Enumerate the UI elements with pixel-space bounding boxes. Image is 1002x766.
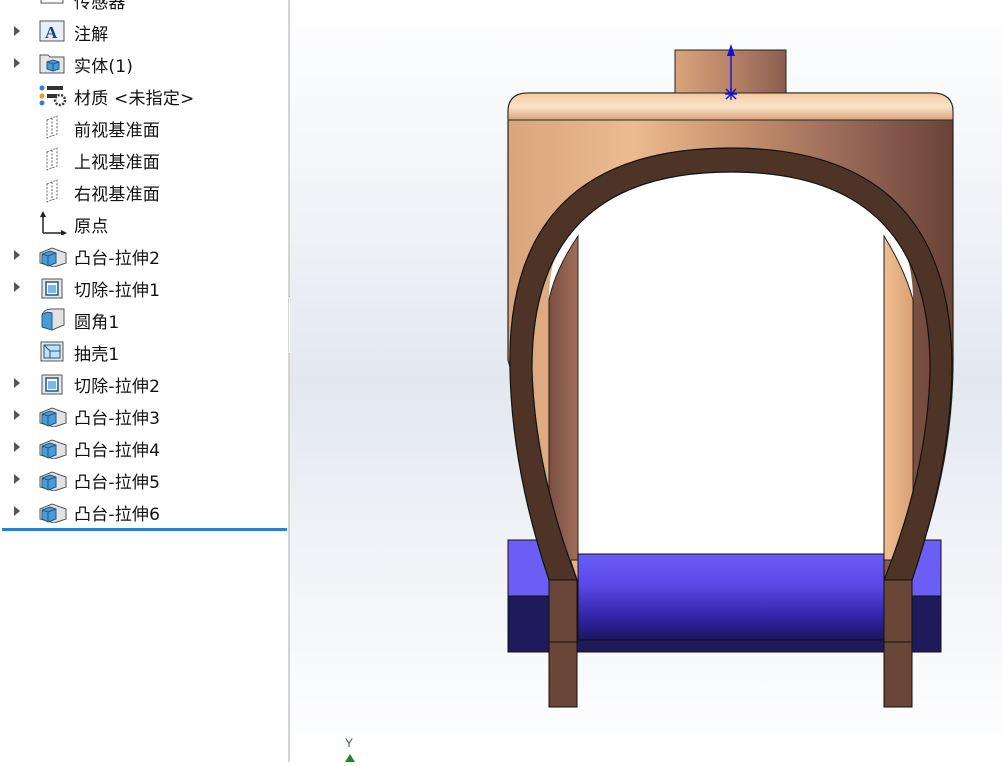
tree-item[interactable]: 凸台-拉伸5 xyxy=(0,463,288,495)
triad-y-label: Y xyxy=(345,736,353,750)
tree-item-label: 注解 xyxy=(74,25,109,45)
cut-extrude-icon xyxy=(38,371,68,395)
tree-item-label: 前视基准面 xyxy=(74,121,160,141)
tree-item[interactable]: A 注解 xyxy=(0,15,288,47)
triad-y-arrow xyxy=(345,754,355,762)
expand-arrow-icon[interactable] xyxy=(14,58,20,68)
tree-item-label: 传感器 xyxy=(74,0,126,13)
boss-extrude-icon xyxy=(38,499,68,524)
tree-item-label: 抽壳1 xyxy=(74,345,120,365)
pin-cylinder xyxy=(577,553,885,641)
fillet-icon xyxy=(38,307,68,331)
sensor-icon xyxy=(38,0,68,11)
tree-item-label: 圆角1 xyxy=(74,313,120,333)
tree-item[interactable]: 右视基准面 xyxy=(0,175,288,207)
tree-item-label: 切除-拉伸2 xyxy=(74,377,161,397)
expand-arrow-icon[interactable] xyxy=(14,282,20,292)
graphics-viewport[interactable] xyxy=(290,0,1002,762)
tree-item-label: 凸台-拉伸5 xyxy=(74,473,161,493)
expand-arrow-icon[interactable] xyxy=(14,474,20,484)
annotation-icon: A xyxy=(38,19,68,43)
expand-arrow-icon[interactable] xyxy=(14,410,20,420)
tree-item-label: 切除-拉伸1 xyxy=(74,281,161,301)
tree-item-label: 材质 <未指定> xyxy=(74,89,195,109)
boss-extrude-icon xyxy=(38,403,68,428)
feature-manager-tree[interactable]: 传感器 A 注解实体(1) 材质 <未指定> 前视基准面上视基准面右视基准面原点凸台-拉… xyxy=(0,0,288,762)
tree-item-label: 凸台-拉伸4 xyxy=(74,441,161,461)
sketch-point-marker xyxy=(725,88,737,100)
leg-right xyxy=(883,579,913,708)
tree-item-label: 凸台-拉伸2 xyxy=(74,249,161,269)
tree-item-label: 原点 xyxy=(74,217,109,237)
expand-arrow-icon[interactable] xyxy=(14,442,20,452)
leg-left xyxy=(548,579,578,708)
expand-arrow-icon[interactable] xyxy=(14,506,20,516)
boss-extrude-icon xyxy=(38,243,68,268)
solid-bodies-folder-icon xyxy=(38,51,68,75)
tree-item[interactable]: 凸台-拉伸2 xyxy=(0,239,288,271)
tree-item[interactable]: 上视基准面 xyxy=(0,143,288,175)
tree-item[interactable]: 抽壳1 xyxy=(0,335,288,367)
view-triad: Y xyxy=(340,735,362,762)
tree-item[interactable]: 原点 xyxy=(0,207,288,239)
svg-text:A: A xyxy=(45,23,58,42)
tree-item-label: 凸台-拉伸6 xyxy=(74,505,161,525)
tree-item-label: 右视基准面 xyxy=(74,185,160,205)
tree-item-label: 实体(1) xyxy=(74,57,134,77)
tree-item[interactable]: 圆角1 xyxy=(0,303,288,335)
plane-icon xyxy=(38,147,68,171)
tree-item[interactable]: 前视基准面 xyxy=(0,111,288,143)
part-model xyxy=(507,44,954,708)
shell-icon xyxy=(38,339,68,363)
tree-item[interactable]: 传感器 xyxy=(0,0,288,15)
plane-icon xyxy=(38,179,68,203)
expand-arrow-icon[interactable] xyxy=(14,378,20,388)
tree-item[interactable]: 实体(1) xyxy=(0,47,288,79)
boss-extrude-icon xyxy=(38,467,68,492)
plane-icon xyxy=(38,115,68,139)
tree-item[interactable]: 凸台-拉伸3 xyxy=(0,399,288,431)
tree-item[interactable]: 凸台-拉伸6 xyxy=(0,495,288,527)
tree-item[interactable]: 切除-拉伸2 xyxy=(0,367,288,399)
origin-icon xyxy=(38,211,68,236)
expand-arrow-icon[interactable] xyxy=(14,26,20,36)
expand-arrow-icon[interactable] xyxy=(14,250,20,260)
tree-item[interactable]: 凸台-拉伸4 xyxy=(0,431,288,463)
rollback-bar[interactable] xyxy=(2,528,287,531)
material-icon xyxy=(38,83,68,107)
tree-item[interactable]: 材质 <未指定> xyxy=(0,79,288,111)
boss-extrude-icon xyxy=(38,435,68,460)
tree-item-label: 凸台-拉伸3 xyxy=(74,409,161,429)
cut-extrude-icon xyxy=(38,275,68,299)
tree-item[interactable]: 切除-拉伸1 xyxy=(0,271,288,303)
tree-item-label: 上视基准面 xyxy=(74,153,160,173)
